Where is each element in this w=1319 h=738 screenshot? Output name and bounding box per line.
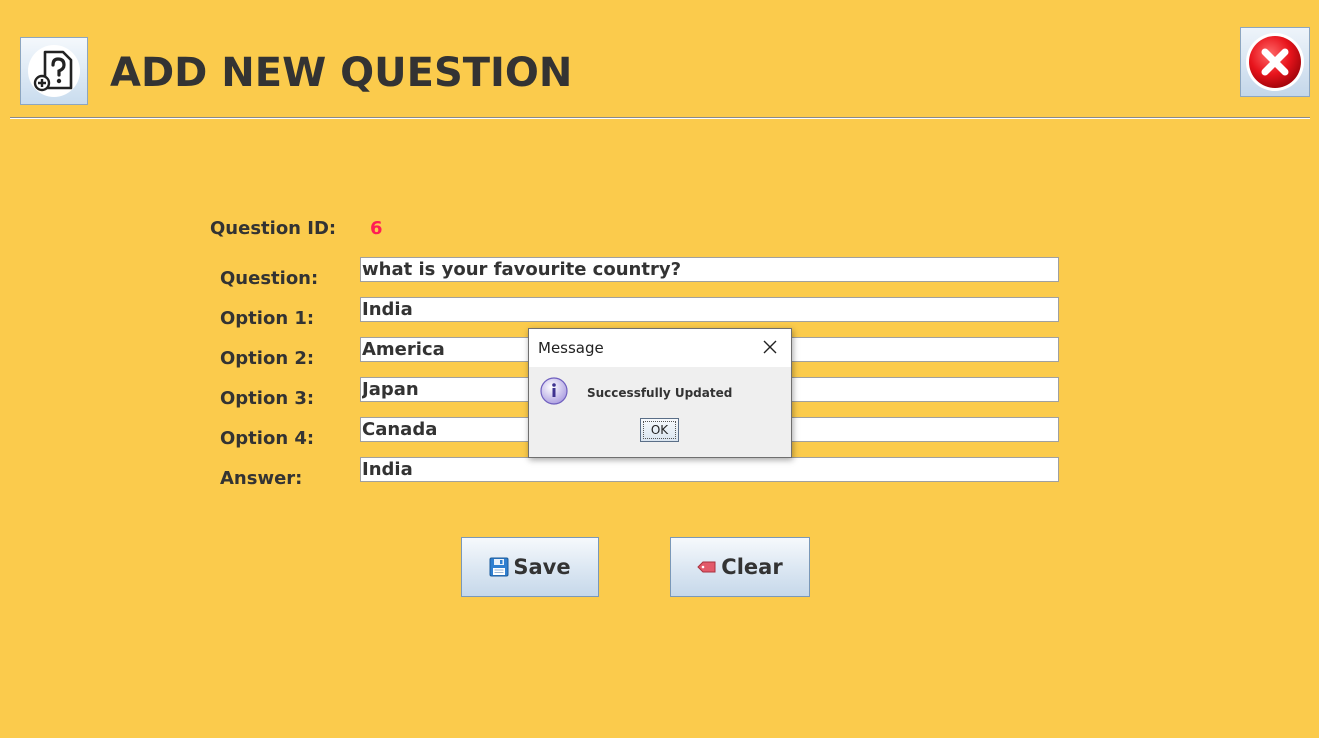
question-field[interactable]	[360, 257, 1059, 282]
header-divider	[10, 117, 1310, 119]
answer-field[interactable]	[360, 457, 1059, 482]
floppy-disk-icon	[489, 557, 509, 577]
clear-button-label: Clear	[721, 555, 783, 579]
save-button-label: Save	[513, 555, 571, 579]
close-button[interactable]	[1240, 27, 1310, 97]
question-id-value: 6	[370, 218, 383, 239]
red-close-icon	[1246, 33, 1304, 91]
option2-label: Option 2:	[220, 348, 315, 369]
dialog-titlebar: Message	[529, 329, 791, 367]
dialog-close-icon[interactable]	[761, 338, 779, 356]
eraser-icon	[697, 561, 716, 573]
dialog-message: Successfully Updated	[587, 386, 733, 400]
ok-button[interactable]: OK	[640, 418, 679, 442]
question-id-label: Question ID:	[210, 218, 337, 239]
clear-button[interactable]: Clear	[670, 537, 810, 597]
answer-label: Answer:	[220, 468, 303, 489]
save-button[interactable]: Save	[461, 537, 599, 597]
app-icon	[20, 37, 88, 105]
question-file-add-icon	[28, 45, 80, 97]
question-label: Question:	[220, 268, 319, 289]
dialog-title: Message	[538, 339, 604, 357]
option4-label: Option 4:	[220, 428, 315, 449]
option1-label: Option 1:	[220, 308, 315, 329]
option1-field[interactable]	[360, 297, 1059, 322]
message-dialog: Message Successfully Updated OK	[528, 328, 792, 458]
option3-label: Option 3:	[220, 388, 315, 409]
info-icon	[540, 377, 568, 405]
page-title: ADD NEW QUESTION	[110, 50, 573, 96]
